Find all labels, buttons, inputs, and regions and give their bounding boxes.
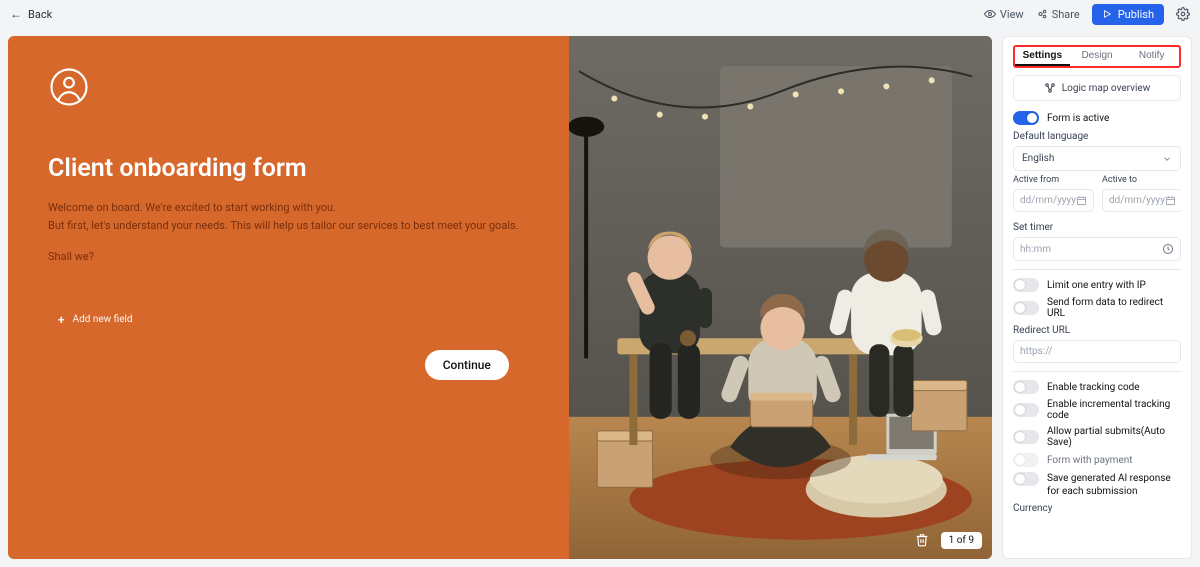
default-language-select[interactable]: English — [1013, 146, 1181, 171]
toggle-partial-submits[interactable] — [1013, 430, 1039, 444]
toggle-send-redirect[interactable] — [1013, 301, 1039, 315]
avatar-icon — [48, 66, 90, 108]
gear-icon — [1176, 7, 1190, 21]
publish-label: Publish — [1118, 8, 1154, 21]
chevron-down-icon — [1162, 154, 1172, 164]
settings-button[interactable] — [1176, 7, 1190, 21]
redirect-url-label: Redirect URL — [1013, 325, 1181, 336]
back-label: Back — [28, 8, 52, 21]
logic-map-label: Logic map overview — [1062, 83, 1150, 94]
tracking-label: Enable tracking code — [1047, 382, 1140, 393]
active-from-input[interactable]: dd/mm/yyyy — [1013, 189, 1094, 212]
currency-label: Currency — [1013, 503, 1181, 514]
toggle-limit-ip[interactable] — [1013, 278, 1039, 292]
delete-page-button[interactable] — [911, 529, 933, 551]
back-button[interactable]: ← Back — [10, 8, 52, 21]
trash-icon — [915, 533, 929, 547]
redirect-url-placeholder: https:// — [1020, 346, 1052, 357]
share-button[interactable]: Share — [1036, 8, 1080, 21]
tab-design[interactable]: Design — [1070, 47, 1125, 64]
arrow-left-icon: ← — [10, 8, 22, 20]
form-title[interactable]: Client onboarding form — [48, 154, 529, 183]
publish-button[interactable]: Publish — [1092, 4, 1164, 25]
toggle-tracking[interactable] — [1013, 380, 1039, 394]
share-icon — [1036, 8, 1048, 20]
send-redirect-label: Send form data to redirect URL — [1047, 297, 1181, 319]
active-from-placeholder: dd/mm/yyyy — [1020, 195, 1076, 206]
default-language-value: English — [1022, 153, 1054, 164]
page-indicator[interactable]: 1 of 9 — [941, 532, 982, 549]
partial-submits-label: Allow partial submits(Auto Save) — [1047, 426, 1181, 448]
toggle-save-ai[interactable] — [1013, 472, 1039, 486]
form-active-label: Form is active — [1047, 113, 1109, 124]
form-desc-line3: Shall we? — [48, 248, 529, 266]
form-payment-label: Form with payment — [1047, 455, 1133, 466]
form-desc-line2: But first, let's understand your needs. … — [48, 217, 529, 235]
form-desc-line1: Welcome on board. We're excited to start… — [48, 199, 529, 217]
continue-label: Continue — [443, 358, 491, 372]
redirect-url-input[interactable]: https:// — [1013, 340, 1181, 363]
default-language-label: Default language — [1013, 131, 1181, 142]
panel-tabs-highlight: Settings Design Notify — [1013, 45, 1181, 68]
add-field-label: Add new field — [73, 314, 133, 325]
tab-settings[interactable]: Settings — [1015, 47, 1070, 64]
active-to-placeholder: dd/mm/yyyy — [1109, 195, 1165, 206]
hero-image — [569, 36, 992, 559]
toggle-incremental-tracking[interactable] — [1013, 403, 1039, 417]
logic-map-icon — [1044, 82, 1056, 94]
clock-icon — [1162, 243, 1174, 255]
incremental-tracking-label: Enable incremental tracking code — [1047, 399, 1181, 421]
page-indicator-label: 1 of 9 — [949, 535, 974, 546]
set-timer-label: Set timer — [1013, 222, 1181, 233]
form-canvas[interactable]: Client onboarding form Welcome on board.… — [8, 36, 992, 559]
save-ai-label: Save generated AI response for each subm… — [1047, 472, 1181, 498]
calendar-icon — [1165, 195, 1176, 206]
settings-panel: Settings Design Notify Logic map overvie… — [1002, 36, 1192, 559]
timer-placeholder: hh:mm — [1020, 244, 1051, 255]
logic-map-button[interactable]: Logic map overview — [1013, 75, 1181, 101]
calendar-icon — [1076, 195, 1087, 206]
tab-notify[interactable]: Notify — [1124, 47, 1179, 64]
view-label: View — [1000, 8, 1024, 21]
active-from-label: Active from — [1013, 175, 1094, 185]
eye-icon — [984, 8, 996, 20]
view-button[interactable]: View — [984, 8, 1024, 21]
play-icon — [1102, 9, 1112, 19]
plus-icon: + — [58, 314, 65, 326]
active-to-input[interactable]: dd/mm/yyyy — [1102, 189, 1181, 212]
active-to-label: Active to — [1102, 175, 1181, 185]
limit-ip-label: Limit one entry with IP — [1047, 280, 1146, 291]
timer-input[interactable]: hh:mm — [1013, 237, 1181, 261]
continue-button[interactable]: Continue — [425, 350, 509, 380]
toggle-form-active[interactable] — [1013, 111, 1039, 125]
share-label: Share — [1052, 8, 1080, 21]
add-field-button[interactable]: + Add new field — [48, 314, 529, 326]
toggle-form-payment — [1013, 453, 1039, 467]
